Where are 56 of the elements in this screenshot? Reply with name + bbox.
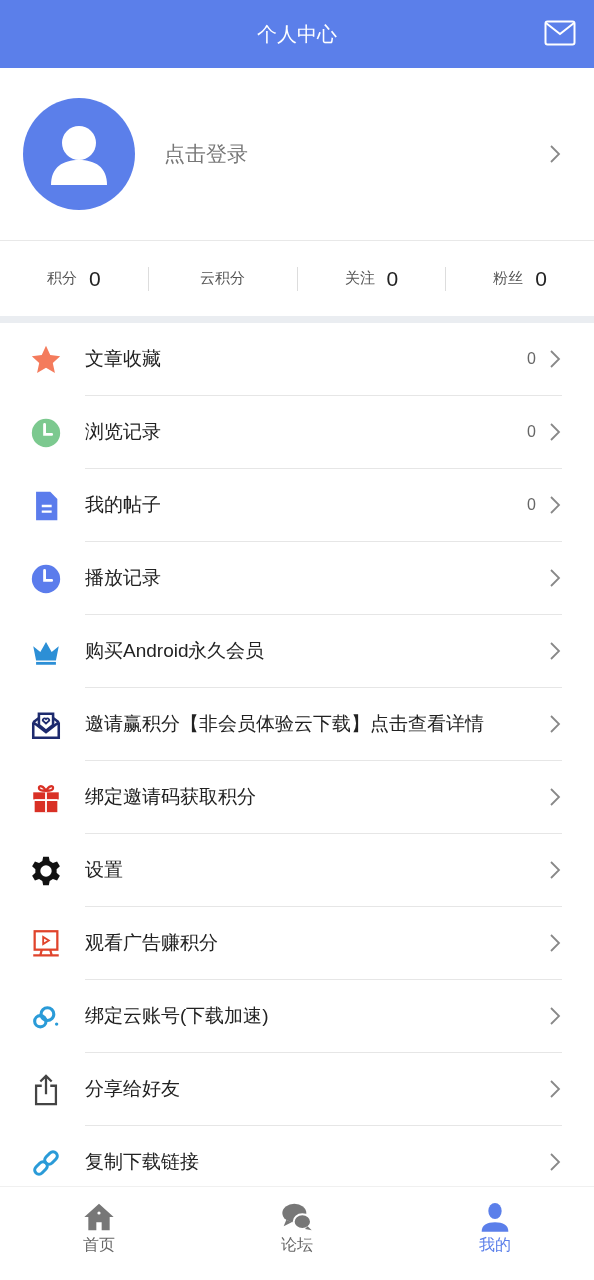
stat-label: 积分 <box>47 268 78 289</box>
home-icon <box>82 1201 116 1233</box>
menu-label: 观看广告赚积分 <box>85 930 219 955</box>
stat-value: 0 <box>89 265 101 292</box>
chevron-right-icon <box>548 494 562 516</box>
stat-label: 关注 <box>344 268 375 289</box>
menu-item[interactable]: 绑定云账号(下载加速) <box>0 980 594 1053</box>
profile-row[interactable]: 点击登录 <box>0 68 594 241</box>
menu-item[interactable]: 我的帖子 0 <box>0 469 594 542</box>
menu-item[interactable]: 绑定邀请码获取积分 <box>0 761 594 834</box>
page-title: 个人中心 <box>257 22 337 47</box>
login-prompt: 点击登录 <box>164 141 249 168</box>
menu-label: 我的帖子 <box>85 492 162 517</box>
chevron-right-icon <box>548 348 562 370</box>
menu-item[interactable]: 观看广告赚积分 <box>0 907 594 980</box>
chevron-right-icon <box>548 421 562 443</box>
menu-item[interactable]: 分享给好友 <box>0 1053 594 1126</box>
stat-label: 粉丝 <box>493 268 524 289</box>
menu-label: 绑定邀请码获取积分 <box>85 784 257 809</box>
menu-label: 邀请赢积分【非会员体验云下载】点击查看详情 <box>85 711 485 736</box>
tab-bar-item[interactable]: 论坛 <box>198 1187 396 1280</box>
menu-count: 0 <box>527 422 536 442</box>
tab-bar-item[interactable]: 首页 <box>0 1187 198 1280</box>
menu-label: 设置 <box>85 857 124 882</box>
tab-bar-item[interactable]: 我的 <box>396 1187 594 1280</box>
chevron-right-icon <box>548 1005 562 1027</box>
chevron-right-icon <box>548 143 562 165</box>
chevron-right-icon <box>548 640 562 662</box>
menu-label: 文章收藏 <box>85 346 162 371</box>
menu-label: 绑定云账号(下载加速) <box>85 1003 270 1028</box>
menu-count: 0 <box>527 495 536 515</box>
menu-count: 0 <box>527 349 536 369</box>
stat-label: 云积分 <box>200 268 246 289</box>
mail-icon[interactable] <box>544 20 576 46</box>
chevron-right-icon <box>548 1078 562 1100</box>
menu-item[interactable]: 邀请赢积分【非会员体验云下载】点击查看详情 <box>0 688 594 761</box>
menu-label: 播放记录 <box>85 565 162 590</box>
stat-value: 0 <box>386 265 399 292</box>
menu-item[interactable]: 文章收藏 0 <box>0 323 594 396</box>
menu-item[interactable]: 购买Android永久会员 <box>0 615 594 688</box>
menu-label: 浏览记录 <box>85 419 162 444</box>
avatar-icon <box>23 98 135 210</box>
menu-label: 复制下载链接 <box>85 1149 200 1174</box>
menu-label: 购买Android永久会员 <box>85 638 266 663</box>
chevron-right-icon <box>548 786 562 808</box>
menu-item[interactable]: 浏览记录 0 <box>0 396 594 469</box>
chevron-right-icon <box>548 567 562 589</box>
chevron-right-icon <box>548 713 562 735</box>
chevron-right-icon <box>548 859 562 881</box>
chevron-right-icon <box>548 932 562 954</box>
stat-value: 0 <box>535 265 547 292</box>
menu-item[interactable]: 设置 <box>0 834 594 907</box>
menu-item[interactable]: 播放记录 <box>0 542 594 615</box>
menu-label: 分享给好友 <box>85 1076 181 1101</box>
chat-icon <box>280 1201 314 1233</box>
chevron-right-icon <box>548 1151 562 1173</box>
